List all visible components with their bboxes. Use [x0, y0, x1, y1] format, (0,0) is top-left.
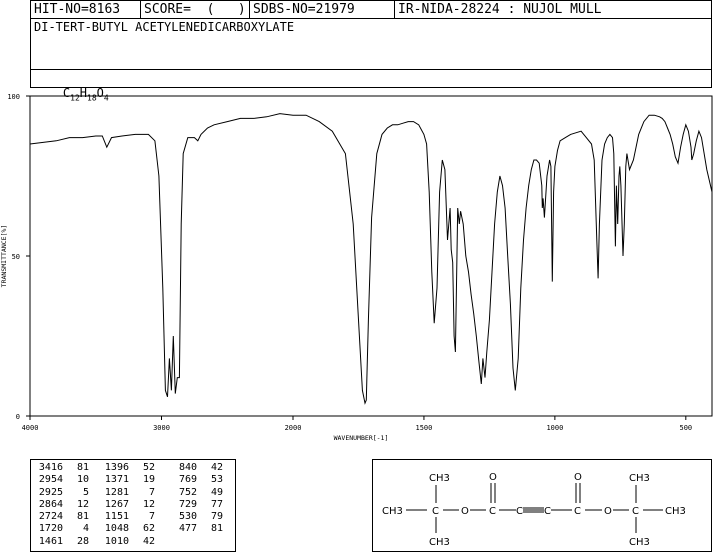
atom-label: CH3: [629, 473, 650, 484]
peak-transmittance: 81: [76, 511, 89, 523]
x-tick-label: 4000: [22, 424, 39, 432]
peak-wavenumber: 2925: [38, 486, 63, 498]
peak-transmittance: 62: [142, 523, 155, 535]
peak-wavenumber: 477: [178, 523, 197, 535]
atom-label: CH3: [382, 506, 403, 517]
x-tick-label: 3000: [153, 424, 170, 432]
x-tick-label: 1500: [416, 424, 433, 432]
peak-wavenumber: 840: [178, 462, 197, 473]
peak-transmittance: 52: [142, 462, 155, 473]
peak-transmittance: 79: [210, 511, 223, 523]
structure-diagram: CH3 CH3 C CH3 O O C C C O C O C CH3 CH3 …: [382, 472, 686, 548]
peak-wavenumber: 1267: [104, 498, 129, 510]
atom-label: CH3: [665, 506, 686, 517]
peak-row: 477 81: [169, 523, 223, 535]
peak-row: 752 49: [169, 487, 223, 499]
atom-label: C: [432, 506, 439, 517]
peak-wavenumber: 752: [178, 486, 197, 498]
atom-label: O: [489, 472, 497, 483]
peak-row: 2925 5: [35, 487, 89, 499]
peak-wavenumber: 1396: [104, 462, 129, 473]
peak-wavenumber: 1151: [104, 511, 129, 523]
peak-wavenumber: 1010: [104, 535, 129, 547]
peak-row: 1396 52: [101, 462, 155, 474]
atom-label: CH3: [429, 537, 450, 548]
atom-label: CH3: [429, 473, 450, 484]
peak-wavenumber: 1371: [104, 474, 129, 486]
peak-row: 1281 7: [101, 487, 155, 499]
atom-label: O: [604, 506, 612, 517]
atom-label: C: [632, 506, 639, 517]
peak-row: 2954 10: [35, 474, 89, 486]
peak-transmittance: 5: [82, 486, 89, 498]
peak-wavenumber: 769: [178, 474, 197, 486]
peak-wavenumber: 1048: [104, 523, 129, 535]
peak-row: 1371 19: [101, 474, 155, 486]
x-tick-label: 500: [679, 424, 692, 432]
y-tick-label: 0: [16, 413, 20, 421]
peak-row: 2864 12: [35, 499, 89, 511]
atom-label: O: [461, 506, 469, 517]
peak-wavenumber: 1281: [104, 486, 129, 498]
peak-transmittance: 7: [148, 486, 155, 498]
atom-label: C: [544, 506, 551, 517]
peak-row: 1267 12: [101, 499, 155, 511]
atom-label: O: [574, 472, 582, 483]
peak-row: 1048 62: [101, 523, 155, 535]
peak-row: 840 42: [169, 462, 223, 474]
peak-transmittance: 7: [148, 511, 155, 523]
peak-transmittance: 12: [76, 498, 89, 510]
peak-wavenumber: 1461: [38, 535, 63, 547]
x-tick-label: 1000: [546, 424, 563, 432]
structure-box: CH3 CH3 C CH3 O O C C C O C O C CH3 CH3 …: [372, 459, 712, 552]
y-axis-label: TRANSMITTANCE[%]: [0, 225, 8, 288]
peak-row: 530 79: [169, 511, 223, 523]
structure-bonds: [406, 483, 663, 533]
atom-label: C: [574, 506, 581, 517]
peak-row: 2724 81: [35, 511, 89, 523]
peak-row: 1461 28: [35, 536, 89, 548]
peak-wavenumber: 2864: [38, 498, 63, 510]
peak-transmittance: 81: [76, 462, 89, 473]
x-axis-label: WAVENUMBER[-1]: [334, 434, 389, 442]
peak-transmittance: 4: [82, 523, 89, 535]
peak-transmittance: 10: [76, 474, 89, 486]
y-tick-label: 100: [7, 93, 20, 101]
peak-table: 3416 81 2954 10 2925 5 2864 12 2724 81 1720 4 …: [30, 459, 236, 552]
peak-row: 769 53: [169, 474, 223, 486]
peak-row: 1720 4: [35, 523, 89, 535]
peak-transmittance: 81: [210, 523, 223, 535]
atom-label: C: [489, 506, 496, 517]
peak-column: 1396 52 1371 19 1281 7 1267 12 1151 7 1048 62 …: [101, 462, 155, 548]
y-tick-label: 50: [12, 253, 20, 261]
axis-tick-labels: 4000 3000 2000 1500 1000 500 0 50 100: [7, 93, 692, 432]
peak-transmittance: 12: [142, 498, 155, 510]
peak-transmittance: 28: [76, 535, 89, 547]
peak-transmittance: 49: [210, 486, 223, 498]
spectrum-line: [29, 113, 713, 405]
axis-ticks: [26, 95, 687, 420]
peak-row: 729 77: [169, 499, 223, 511]
atom-label: CH3: [629, 537, 650, 548]
peak-row: 1010 42: [101, 536, 155, 548]
peak-transmittance: 42: [142, 535, 155, 547]
peak-wavenumber: 3416: [38, 462, 63, 473]
x-tick-label: 2000: [285, 424, 302, 432]
atom-label: C: [516, 506, 523, 517]
peak-transmittance: 19: [142, 474, 155, 486]
peak-wavenumber: 2954: [38, 474, 63, 486]
peak-column: 3416 81 2954 10 2925 5 2864 12 2724 81 1720 4 …: [35, 462, 89, 548]
peak-wavenumber: 729: [178, 498, 197, 510]
peak-transmittance: 53: [210, 474, 223, 486]
peak-row: 1151 7: [101, 511, 155, 523]
plot-frame: [29, 95, 713, 417]
peak-transmittance: 77: [210, 498, 223, 510]
peak-row: 3416 81: [35, 462, 89, 474]
peak-wavenumber: 2724: [38, 511, 63, 523]
peak-wavenumber: 530: [178, 511, 197, 523]
peak-column: 840 42 769 53 752 49 729 77 530 79 477 81: [169, 462, 223, 536]
peak-wavenumber: 1720: [38, 523, 63, 535]
peak-transmittance: 42: [210, 462, 223, 473]
